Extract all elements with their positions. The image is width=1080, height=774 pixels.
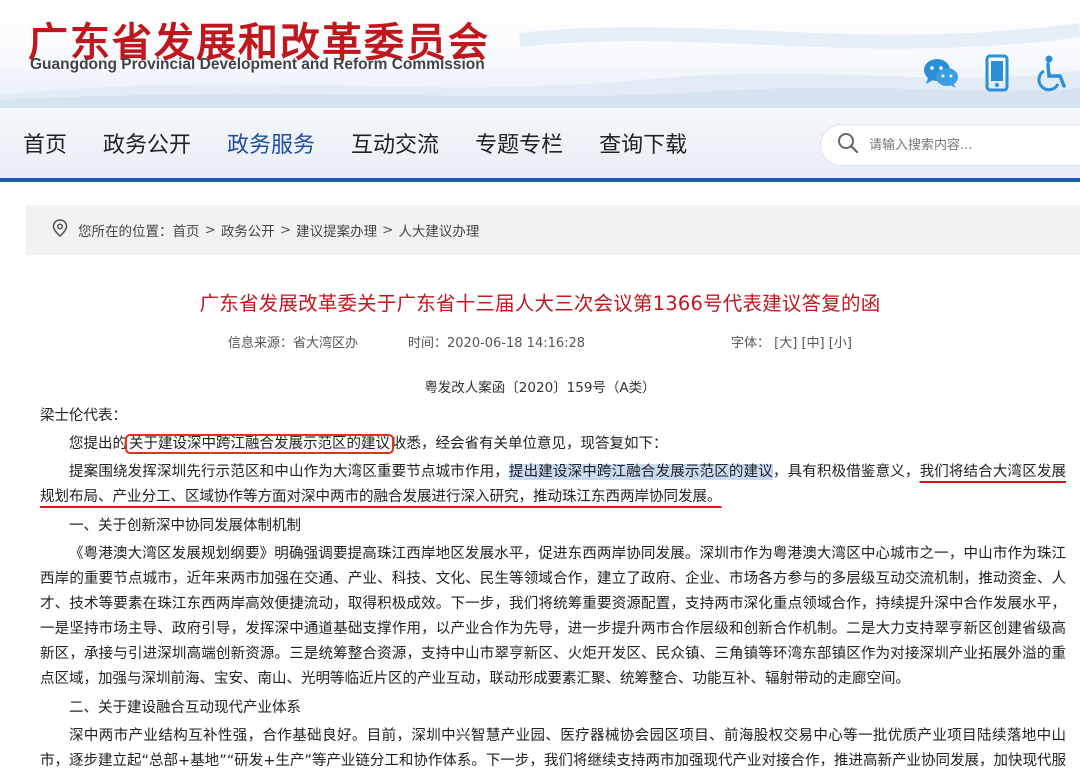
section-heading-2: 二、关于建设融合互动现代产业体系 — [69, 700, 301, 716]
paragraph-1: 您提出的 关于建设深中跨江融合发展示范区的建议 收悉，经会省有关单位意见，现答复如下… — [40, 432, 1066, 457]
highlighted-text: 提出建设深中跨江融合发展示范区的建议 — [508, 464, 773, 480]
paragraph-3: 《粤港澳大湾区发展规划纲要》明确强调要提高珠江西岸地区发展水平，促进东西两岸协同… — [40, 546, 1066, 687]
breadcrumb-separator: > — [204, 222, 216, 238]
header-tools — [922, 54, 1072, 92]
nav-item-home[interactable]: 首页 — [23, 127, 67, 159]
search-icon[interactable] — [837, 132, 859, 158]
accessibility-icon[interactable] — [1034, 54, 1072, 92]
search-input[interactable] — [869, 137, 1069, 153]
breadcrumb-item-npc-proposals[interactable]: 人大建议办理 — [398, 220, 479, 240]
site-subtitle: Guangdong Provincial Development and Ref… — [30, 56, 485, 73]
nav-underline — [0, 178, 1080, 182]
font-size-controls: 字体： [大] [中] [小] — [731, 332, 852, 351]
wechat-icon[interactable] — [922, 54, 960, 92]
breadcrumb-separator: > — [279, 222, 292, 238]
nav-items: 首页 政务公开 政务服务 互动交流 专题专栏 查询下载 — [0, 108, 687, 178]
p1-after: 收悉，经会省有关单位意见，现答复如下： — [392, 436, 668, 452]
nav-item-gov-info[interactable]: 政务公开 — [103, 127, 191, 159]
breadcrumb: 您所在的位置： 首页 > 政务公开 > 建议提案办理 > 人大建议办理 — [26, 205, 1080, 255]
font-size-small-button[interactable]: [小] — [829, 336, 852, 351]
boxed-proposal-title: 关于建设深中跨江融合发展示范区的建议 — [125, 434, 394, 454]
font-size-label: 字体： — [731, 336, 771, 351]
nav-item-interaction[interactable]: 互动交流 — [351, 127, 439, 159]
p1-before: 您提出的 — [69, 436, 127, 452]
article-source: 信息来源：省大湾区办 — [228, 336, 359, 351]
breadcrumb-item-gov-info[interactable]: 政务公开 — [221, 220, 275, 240]
article-body: 梁士伦代表： 您提出的 关于建设深中跨江融合发展示范区的建议 收悉，经会省有关单位意… — [40, 404, 1066, 774]
salutation: 梁士伦代表： — [40, 408, 127, 424]
location-pin-icon — [52, 219, 68, 241]
nav-item-query-download[interactable]: 查询下载 — [599, 127, 687, 159]
nav-item-special-topics[interactable]: 专题专栏 — [475, 127, 563, 159]
article-time: 时间：2020-06-18 14:16:28 — [408, 336, 586, 351]
p2-start: 提案围绕发挥深圳先行示范区和中山作为大湾区重要节点城市作用， — [69, 464, 509, 480]
site-header: 广东省发展和改革委员会 Guangdong Provincial Develop… — [0, 0, 1080, 108]
search-box — [820, 124, 1080, 166]
font-size-medium-button[interactable]: [中] — [801, 336, 824, 351]
nav-item-gov-service[interactable]: 政务服务 — [227, 127, 315, 159]
font-size-large-button[interactable]: [大] — [774, 336, 797, 351]
breadcrumb-prefix: 您所在的位置： — [78, 224, 173, 240]
breadcrumb-item-home[interactable]: 首页 — [173, 220, 200, 240]
paragraph-2: 提案围绕发挥深圳先行示范区和中山作为大湾区重要节点城市作用，提出建设深中跨江融合… — [40, 460, 1066, 510]
document-number: 粤发改人案函〔2020〕159号（A类） — [424, 380, 656, 396]
article-title: 广东省发展改革委关于广东省十三届人大三次会议第1366号代表建议答复的函 — [199, 292, 881, 315]
section-heading-1: 一、关于创新深中协同发展体制机制 — [69, 518, 301, 534]
p2-mid: ，具有积极借鉴意义， — [772, 464, 920, 480]
paragraph-4: 深中两市产业结构互补性强，合作基础良好。目前，深圳中兴智慧产业园、医疗器械协会园… — [40, 728, 1066, 769]
mobile-icon[interactable] — [978, 54, 1016, 92]
main-nav: 首页 政务公开 政务服务 互动交流 专题专栏 查询下载 — [0, 108, 1080, 178]
breadcrumb-separator: > — [382, 222, 394, 238]
breadcrumb-item-proposals[interactable]: 建议提案办理 — [296, 220, 377, 240]
